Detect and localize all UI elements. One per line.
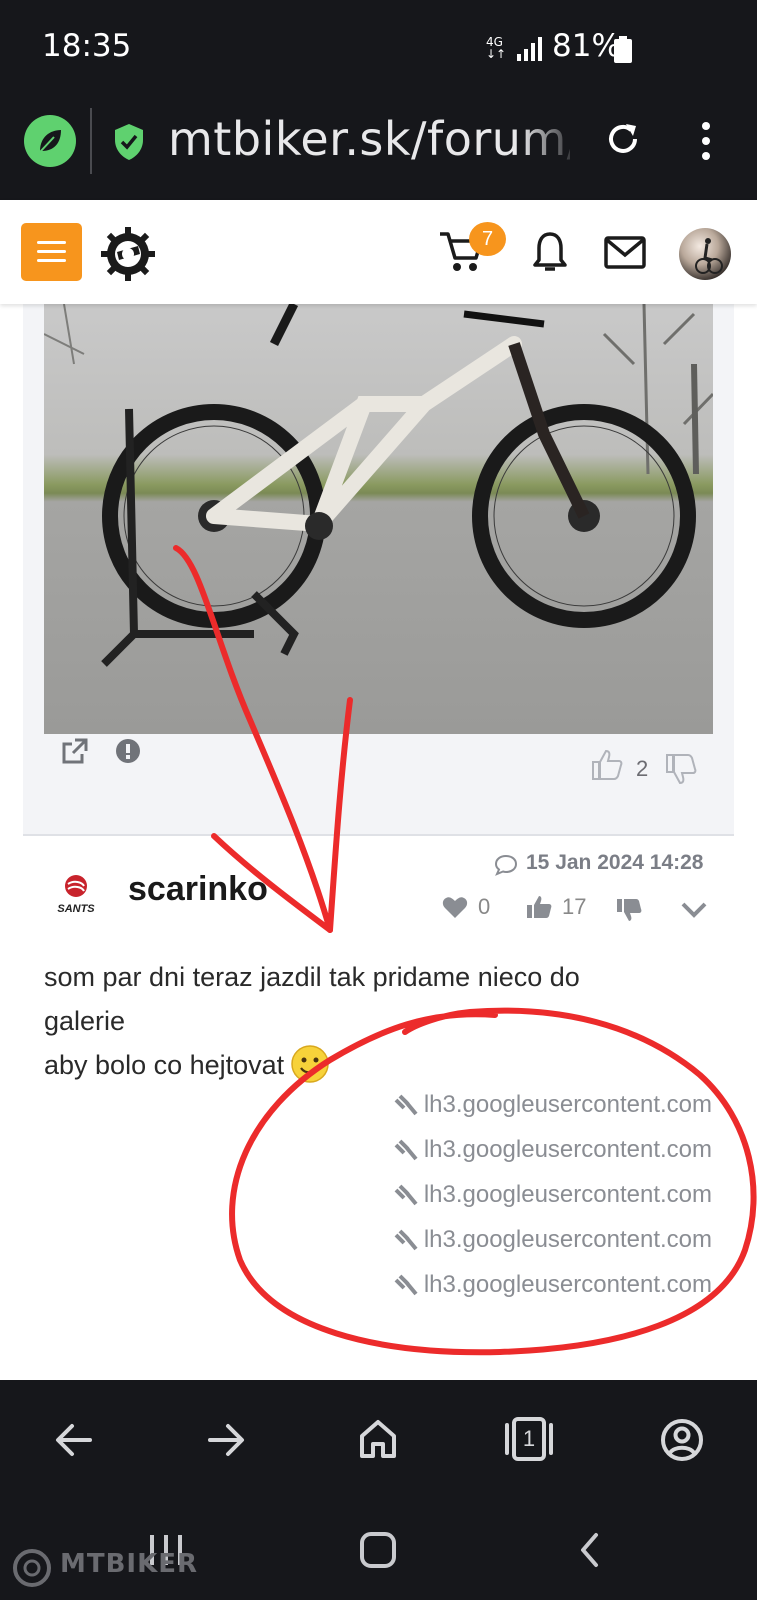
signal-icon <box>517 37 542 61</box>
status-time: 18:35 <box>42 28 132 64</box>
leaf-icon[interactable] <box>24 115 76 167</box>
thumbs-down-icon[interactable] <box>616 898 642 924</box>
gavel-icon <box>394 1229 418 1251</box>
gallery-link-text[interactable]: lh3.googleusercontent.com <box>424 1226 712 1254</box>
menu-button[interactable] <box>21 223 82 281</box>
thumbs-up-count: 17 <box>562 894 587 919</box>
post-body-line: aby bolo co hejtovat <box>44 1043 724 1087</box>
post-body-line: galerie <box>44 1006 126 1036</box>
data-arrows-icon: ↓↑ <box>486 47 507 61</box>
battery-icon <box>614 36 632 63</box>
gallery-link-text[interactable]: lh3.googleusercontent.com <box>424 1271 712 1299</box>
mail-icon[interactable] <box>604 236 646 270</box>
bike-illustration <box>44 304 713 667</box>
cart-count-badge: 7 <box>469 222 506 256</box>
menu-bar <box>37 250 66 253</box>
gallery-link[interactable]: lh3.googleusercontent.com <box>392 1135 712 1165</box>
url-fade <box>520 104 580 184</box>
network-type: 4G ↓↑ <box>486 36 506 60</box>
smiley-emoji-icon <box>291 1045 329 1083</box>
url-divider <box>90 108 92 174</box>
post-body-text: aby bolo co hejtovat <box>44 1050 285 1080</box>
back-arrow-icon[interactable] <box>54 1420 94 1460</box>
tabs-count: 1 <box>522 1426 536 1451</box>
comment-icon <box>494 854 518 876</box>
url-text[interactable]: mtbiker.sk/forum/p <box>168 112 570 166</box>
menu-bar <box>37 241 66 244</box>
gallery-link[interactable]: lh3.googleusercontent.com <box>392 1225 712 1255</box>
thumbs-down-outline-icon[interactable] <box>664 752 698 786</box>
heart-icon[interactable] <box>442 896 468 920</box>
home-icon[interactable] <box>358 1418 398 1460</box>
gallery-link-text[interactable]: lh3.googleusercontent.com <box>424 1091 712 1119</box>
account-icon[interactable] <box>660 1418 704 1462</box>
sants-logo-text: SANTS <box>57 903 95 915</box>
gavel-icon <box>394 1139 418 1161</box>
post-body: som par dni teraz jazdil tak pridame nie… <box>44 955 724 1087</box>
previous-post-rating: 2 <box>636 756 649 781</box>
battery-percent: 81% <box>552 28 621 64</box>
post-date[interactable]: 15 Jan 2024 14:28 <box>526 851 703 875</box>
bike-photo[interactable] <box>44 304 713 734</box>
gavel-icon <box>394 1184 418 1206</box>
shield-check-icon[interactable] <box>112 122 146 162</box>
gallery-link[interactable]: lh3.googleusercontent.com <box>392 1270 712 1300</box>
menu-bar <box>37 259 66 262</box>
post-body-line: som par dni teraz jazdil tak pridame nie… <box>44 962 580 992</box>
post-username[interactable]: scarinko <box>128 870 268 909</box>
user-avatar[interactable] <box>679 228 731 280</box>
forward-arrow-icon[interactable] <box>206 1420 246 1460</box>
thumbs-up-icon[interactable] <box>526 894 552 920</box>
home-nav-icon[interactable] <box>358 1530 398 1570</box>
report-icon[interactable] <box>115 738 141 764</box>
gallery-link[interactable]: lh3.googleusercontent.com <box>392 1180 712 1210</box>
reload-icon[interactable] <box>602 118 644 160</box>
back-nav-icon[interactable] <box>578 1532 602 1568</box>
tabs-button[interactable]: 1 <box>504 1416 554 1462</box>
mtbiker-watermark-icon <box>13 1549 51 1587</box>
post-divider <box>23 834 734 836</box>
gallery-link[interactable]: lh3.googleusercontent.com <box>392 1090 712 1120</box>
gallery-link-text[interactable]: lh3.googleusercontent.com <box>424 1136 712 1164</box>
gavel-icon <box>394 1274 418 1296</box>
mtbiker-logo-icon[interactable] <box>100 226 156 282</box>
bell-icon[interactable] <box>532 230 568 276</box>
chevron-down-icon[interactable] <box>680 900 708 920</box>
gavel-icon <box>394 1094 418 1116</box>
author-logo[interactable]: SANTS <box>46 864 106 920</box>
likes-count: 0 <box>478 894 491 919</box>
more-vert-icon[interactable] <box>700 120 712 162</box>
external-link-icon[interactable] <box>60 736 90 766</box>
gallery-link-text[interactable]: lh3.googleusercontent.com <box>424 1181 712 1209</box>
watermark-text: MTBIKER <box>60 1549 199 1579</box>
thumbs-up-outline-icon[interactable] <box>590 748 624 782</box>
